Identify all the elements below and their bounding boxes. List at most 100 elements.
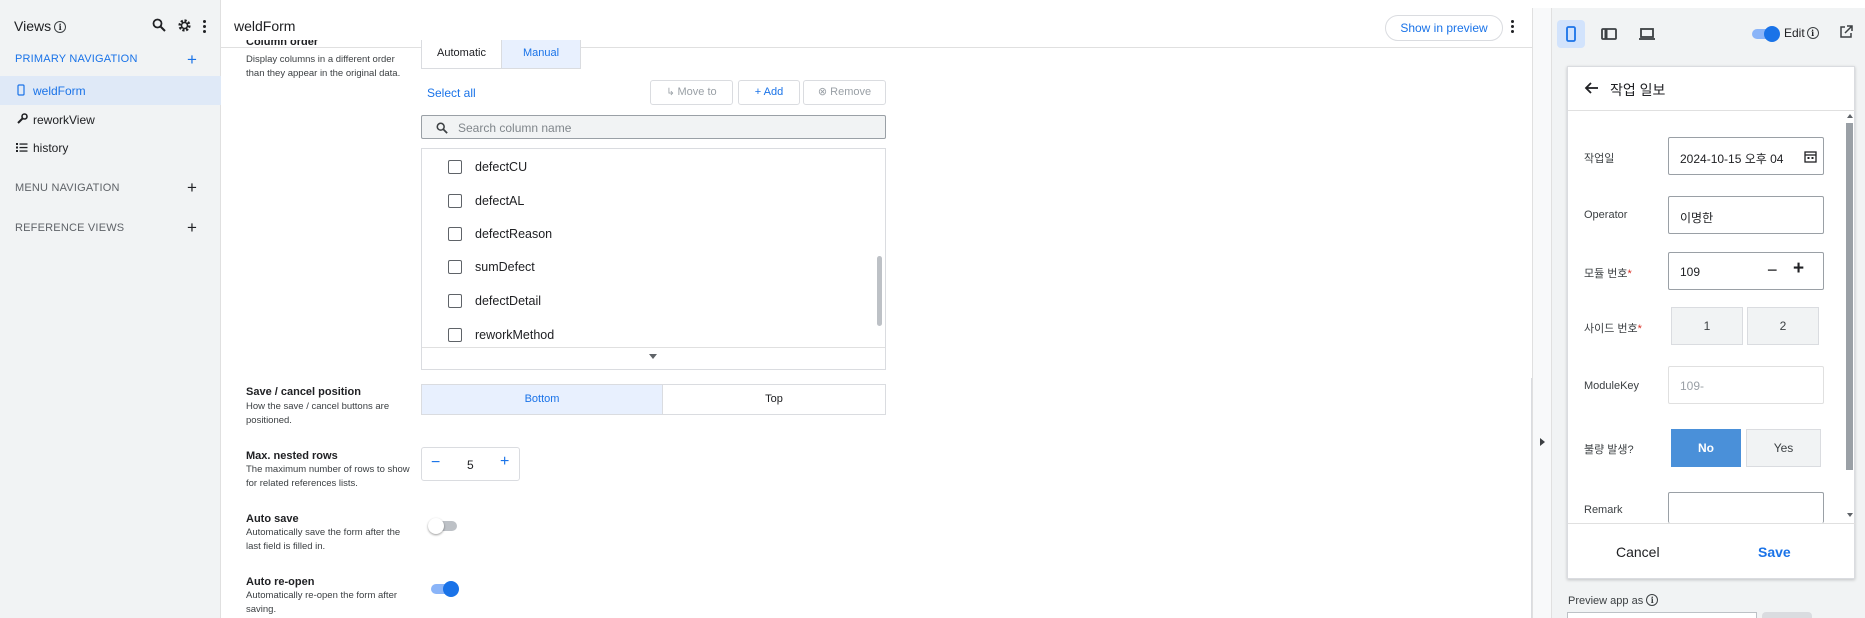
auto-save-desc: Automatically save the form after the la… [246,527,401,552]
increment-button[interactable]: + [1793,259,1804,279]
column-order-title: Column order [246,40,319,48]
collapse-arrow-icon[interactable] [1540,438,1545,446]
auto-reopen-title: Auto re-open [246,576,315,588]
wrench-icon [16,113,28,125]
add-reference-view-button[interactable]: + [185,219,199,236]
increment-button[interactable]: + [500,453,509,471]
add-menu-view-button[interactable]: + [185,179,199,196]
date-label: 작업일 [1584,153,1615,165]
side-option-1[interactable]: 1 [1671,307,1743,345]
search-icon[interactable] [151,18,167,34]
sidebar-item-label: history [33,141,69,155]
save-cancel-desc: How the save / cancel buttons are positi… [246,401,390,426]
phone-icon [16,84,28,96]
auto-save-title: Auto save [246,513,299,525]
date-field[interactable]: 2024-10-15 오후 04 [1668,137,1824,175]
preview-as-input[interactable] [1567,612,1757,618]
auto-reopen-desc: Automatically re-open the form after sav… [246,590,398,615]
column-name: sumDefect [475,260,535,274]
tablet-device-icon[interactable] [1595,20,1623,48]
mobile-device-icon[interactable] [1557,20,1585,48]
checkbox[interactable] [448,294,462,308]
modulekey-value: 109- [1680,379,1705,393]
sidebar-item-history[interactable]: history [0,133,221,162]
auto-reopen-toggle[interactable] [428,580,460,598]
select-all-link[interactable]: Select all [427,86,476,100]
seg-automatic[interactable]: Automatic [421,40,502,69]
gear-icon[interactable] [176,18,192,34]
form-scrollbar[interactable] [1844,111,1855,523]
defect-option-yes[interactable]: Yes [1746,429,1821,467]
preview-as-label: Preview app as i [1568,594,1659,607]
modulekey-label: ModuleKey [1584,380,1640,392]
open-external-icon[interactable] [1839,25,1853,44]
info-icon[interactable]: i [54,21,67,33]
sidebar-item-label: weldForm [33,84,86,98]
seg-manual[interactable]: Manual [501,40,581,69]
list-divider [422,347,885,348]
sidebar-item-weldform[interactable]: weldForm [0,76,221,105]
operator-value: 이명한 [1680,211,1714,225]
remove-label: Remove [830,86,872,98]
editor-topbar: weldForm Show in preview [221,8,1532,48]
info-icon[interactable]: i [1646,594,1659,606]
decrement-button[interactable]: − [431,454,440,472]
form-title: 작업 일보 [1610,82,1666,98]
sidebar-item-reworkview[interactable]: reworkView [0,105,221,134]
column-search-input[interactable]: Search column name [421,115,886,139]
max-nested-stepper: − 5 + [421,447,520,481]
list-scrollbar[interactable] [877,256,882,326]
checkbox[interactable] [448,260,462,274]
checkbox[interactable] [448,227,462,241]
view-title: weldForm [234,18,296,34]
sidebar-more-icon[interactable] [203,20,207,35]
checkbox[interactable] [448,160,462,174]
add-column-button[interactable]: + Add [738,80,800,105]
add-primary-view-button[interactable]: + [185,51,199,68]
calendar-icon[interactable] [1804,150,1817,163]
required-mark: * [1637,323,1642,335]
defect-option-no[interactable]: No [1671,429,1741,467]
module-stepper[interactable]: 109 − + [1668,252,1824,290]
modulekey-field: 109- [1668,366,1824,404]
search-icon [436,121,448,139]
remove-circle-icon: ⊗ [817,86,831,98]
info-icon[interactable]: i [1806,27,1819,39]
date-value: 2024-10-15 오후 04 [1680,152,1784,166]
preview-as-text: Preview app as [1568,595,1644,607]
remark-label: Remark [1584,504,1623,516]
sidebar-item-label: reworkView [33,113,95,127]
move-to-label: Move to [677,86,717,98]
show-in-preview-button[interactable]: Show in preview [1385,15,1503,41]
max-nested-desc: The maximum number of rows to show for r… [246,464,410,489]
remark-field[interactable] [1668,492,1824,523]
column-name: defectCU [475,160,528,174]
seg-top[interactable]: Top [662,384,886,415]
side-option-2[interactable]: 2 [1747,307,1819,345]
checkbox[interactable] [448,328,462,342]
edit-toggle[interactable] [1749,25,1781,43]
seg-bottom[interactable]: Bottom [421,384,663,415]
max-nested-title: Max. nested rows [246,450,338,462]
preview-as-apply-button[interactable] [1762,612,1812,618]
defect-label: 불량 발생? [1584,444,1634,456]
view-more-icon[interactable] [1511,20,1515,35]
decrement-button[interactable]: − [1767,260,1778,280]
remove-column-button[interactable]: ⊗ Remove [803,80,886,105]
save-cancel-title: Save / cancel position [246,386,361,398]
desktop-device-icon[interactable] [1633,20,1661,48]
save-button[interactable]: Save [1758,544,1791,560]
edit-label: Edit i [1784,26,1819,40]
views-sidebar: Views i PRIMARY NAVIGATION + weldForm rew… [0,0,221,618]
auto-save-toggle[interactable] [428,517,460,535]
cancel-button[interactable]: Cancel [1616,544,1660,560]
max-nested-value[interactable]: 5 [467,458,474,472]
scroll-down-icon[interactable] [649,354,657,359]
sidebar-title-text: Views [14,18,52,34]
column-name: reworkMethod [475,328,555,342]
sidebar-title: Views i [14,18,67,34]
move-to-button[interactable]: ↳ Move to [650,80,733,105]
back-arrow-icon[interactable] [1584,80,1600,101]
checkbox[interactable] [448,194,462,208]
operator-field[interactable]: 이명한 [1668,196,1824,234]
